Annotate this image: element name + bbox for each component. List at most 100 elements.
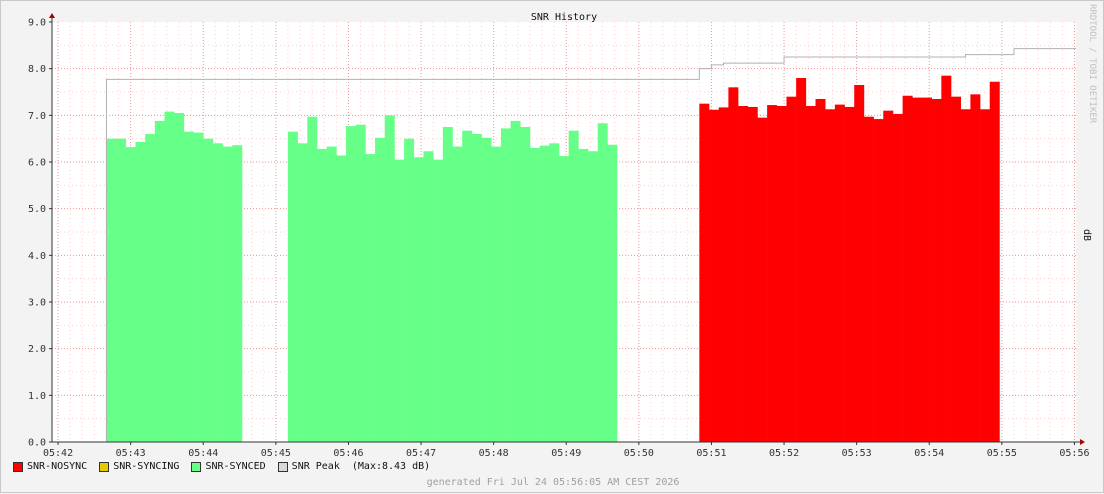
y-tick-label: 2.0 [28,344,46,355]
x-tick-label: 05:47 [406,448,436,459]
area-bar-snr-synced [500,128,511,442]
area-bar-snr-synced [145,134,156,442]
x-tick-label: 05:46 [333,448,363,459]
area-bar-snr-nosync [718,107,729,443]
y-unit-label: dB [1081,229,1092,242]
area-bar-snr-synced [539,145,550,442]
area-bar-snr-nosync [873,119,884,443]
area-bar-snr-synced [520,127,531,442]
area-bar-snr-nosync [699,103,710,443]
y-tick-label: 1.0 [28,391,46,402]
x-tick-label: 05:51 [696,448,726,459]
area-bar-snr-synced [222,146,233,442]
area-bar-snr-synced [597,123,608,443]
area-bar-snr-synced [326,146,337,442]
legend-item-nosync: SNR-NOSYNC [13,461,87,472]
x-tick-label: 05:53 [842,448,872,459]
y-tick-label: 9.0 [28,18,46,29]
area-bar-snr-synced [307,116,318,442]
area-bar-snr-synced [355,124,366,443]
area-bar-snr-synced [568,130,579,442]
chart-title: SNR History [531,12,597,23]
legend-label-nosync: SNR-NOSYNC [27,461,88,472]
area-bar-snr-nosync [747,106,758,442]
area-bar-snr-nosync [902,95,913,442]
y-tick-label: 5.0 [28,204,46,215]
legend-item-peak: SNR Peak (Max:8.43 dB) [277,461,431,472]
area-bar-snr-nosync [767,105,778,443]
generated-footer: generated Fri Jul 24 05:56:05 AM CEST 20… [426,477,680,488]
legend-item-synced: SNR-SYNCED [191,461,266,472]
area-bar-snr-nosync [892,113,903,442]
area-bar-snr-synced [232,145,243,442]
legend-item-syncing: SNR-SYNCING [99,461,179,472]
area-bar-snr-synced [529,148,540,442]
area-bar-snr-synced [510,120,521,442]
area-bar-snr-synced [404,138,415,442]
area-bar-snr-nosync [951,96,962,443]
area-bar-snr-synced [116,138,127,442]
area-bar-snr-nosync [931,99,942,442]
area-bar-snr-synced [106,138,117,442]
area-bar-snr-nosync [834,104,845,442]
x-tick-label: 05:48 [479,448,509,459]
area-bar-snr-synced [491,146,502,442]
area-bar-snr-synced [346,126,357,443]
y-tick-label: 7.0 [28,111,46,122]
legend-label-synced: SNR-SYNCED [205,461,266,472]
area-bar-snr-synced [607,144,618,442]
legend-swatch-syncing [99,461,110,472]
area-bar-snr-synced [394,159,405,442]
x-tick-label: 05:42 [43,448,73,459]
area-bar-snr-nosync [921,97,932,442]
area-bar-snr-nosync [776,106,787,442]
area-bar-snr-synced [336,155,347,442]
x-tick-label: 05:55 [987,448,1017,459]
area-bar-snr-nosync [863,116,874,442]
area-bar-snr-nosync [854,85,865,442]
area-bar-snr-synced [588,151,599,442]
legend-label-peak: SNR Peak [291,461,352,472]
y-tick-label: 0.0 [28,438,46,449]
area-bar-snr-synced [471,134,482,442]
area-bar-snr-synced [452,146,463,442]
area-bar-snr-synced [365,154,376,443]
area-bar-snr-synced [384,115,395,442]
area-bar-snr-nosync [989,81,1000,442]
legend-label-syncing: SNR-SYNCING [113,461,180,472]
area-bar-snr-synced [413,157,424,443]
x-axis-arrow [1080,439,1085,445]
area-bar-snr-nosync [980,109,991,443]
chart-frame: 0.0 1.0 2.0 3.0 4.0 5.0 6.0 7.0 8.0 9.0 05:42 05:43… [0,0,1104,493]
y-tick-label: 8.0 [28,64,46,75]
area-bar-snr-synced [375,137,386,442]
y-axis-arrow [49,13,55,18]
y-tick-label: 3.0 [28,298,46,309]
area-bar-snr-synced [558,155,569,442]
x-tick-label: 05:45 [261,448,291,459]
x-tick-label: 05:56 [1059,448,1089,459]
area-bar-snr-synced [316,148,327,442]
area-bar-snr-synced [549,143,560,443]
area-bar-snr-nosync [709,109,720,442]
area-bar-snr-synced [174,113,185,442]
snr-history-chart: 0.0 1.0 2.0 3.0 4.0 5.0 6.0 7.0 8.0 9.0 05:42 05:43… [28,12,1090,459]
area-bar-snr-synced [125,147,136,443]
area-bar-snr-synced [423,151,434,442]
x-tick-label: 05:43 [116,448,146,459]
area-bar-snr-nosync [805,106,816,442]
legend: SNR-NOSYNC SNR-SYNCING SNR-SYNCED SNR Pe… [13,461,442,472]
legend-max-text: (Max:8.43 dB) [351,461,431,472]
area-bar-snr-nosync [738,106,749,442]
area-bar-snr-synced [433,159,444,442]
area-bar-snr-synced [287,131,298,442]
legend-swatch-synced [191,461,202,472]
area-bar-snr-synced [297,143,308,443]
area-bar-snr-synced [183,131,194,442]
area-bar-snr-nosync [825,109,836,443]
x-tick-label: 05:52 [769,448,799,459]
area-bar-snr-nosync [970,94,981,442]
area-bar-snr-synced [164,111,175,442]
area-bar-snr-synced [442,127,453,442]
area-bar-snr-nosync [796,78,807,442]
